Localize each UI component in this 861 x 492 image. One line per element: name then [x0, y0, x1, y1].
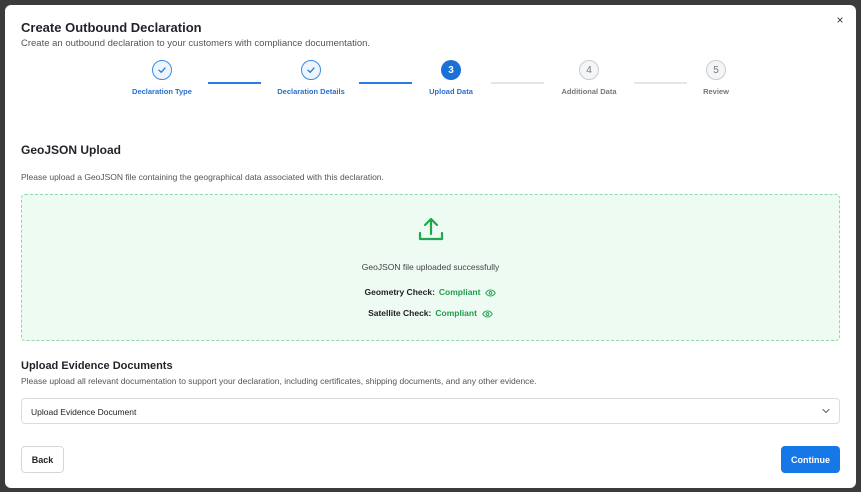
geojson-dropzone[interactable]: GeoJSON file uploaded successfully Geome… — [21, 194, 840, 341]
declaration-modal: Create Outbound Declaration Create an ou… — [5, 5, 856, 488]
step-label: Upload Data — [429, 87, 473, 96]
geometry-check-row: Geometry Check: Compliant — [22, 287, 839, 297]
evidence-document-select[interactable]: Upload Evidence Document — [21, 398, 840, 424]
close-icon[interactable]: × — [834, 14, 846, 26]
step-review[interactable]: 5 Review — [656, 60, 776, 96]
modal-title: Create Outbound Declaration — [21, 20, 202, 35]
geometry-check-label: Geometry Check: — [364, 287, 435, 297]
satellite-check-value: Compliant — [435, 308, 477, 318]
step-circle: 3 — [441, 60, 461, 80]
modal-subtitle: Create an outbound declaration to your c… — [21, 38, 371, 49]
stepper: Declaration Type Declaration Details 3 U… — [5, 60, 856, 105]
satellite-check-row: Satellite Check: Compliant — [22, 308, 839, 318]
eye-icon[interactable] — [482, 310, 493, 318]
step-label: Declaration Type — [132, 87, 192, 96]
step-declaration-type[interactable]: Declaration Type — [102, 60, 222, 96]
step-circle — [301, 60, 321, 80]
step-label: Review — [703, 87, 729, 96]
step-upload-data[interactable]: 3 Upload Data — [391, 60, 511, 96]
step-circle: 5 — [706, 60, 726, 80]
geometry-check-value: Compliant — [438, 287, 481, 297]
step-circle: 4 — [579, 60, 599, 80]
upload-icon — [418, 217, 444, 241]
check-icon — [158, 67, 166, 73]
eye-icon[interactable] — [485, 289, 497, 297]
evidence-section-title: Upload Evidence Documents — [21, 360, 173, 372]
step-label: Additional Data — [561, 87, 617, 96]
evidence-select-value: Upload Evidence Document — [31, 407, 137, 417]
satellite-check-label: Satellite Check: — [368, 308, 432, 318]
geojson-description: Please upload a GeoJSON file containing … — [21, 172, 384, 182]
chevron-down-icon — [822, 408, 830, 414]
evidence-description: Please upload all relevant documentation… — [21, 376, 537, 386]
step-declaration-details[interactable]: Declaration Details — [251, 60, 371, 96]
back-button[interactable]: Back — [21, 446, 64, 473]
check-icon — [307, 67, 315, 73]
step-circle — [152, 60, 172, 80]
geojson-section-title: GeoJSON Upload — [21, 143, 122, 157]
step-label: Declaration Details — [277, 87, 345, 96]
continue-button[interactable]: Continue — [781, 446, 840, 473]
step-additional-data[interactable]: 4 Additional Data — [529, 60, 649, 96]
upload-status-message: GeoJSON file uploaded successfully — [361, 262, 500, 272]
